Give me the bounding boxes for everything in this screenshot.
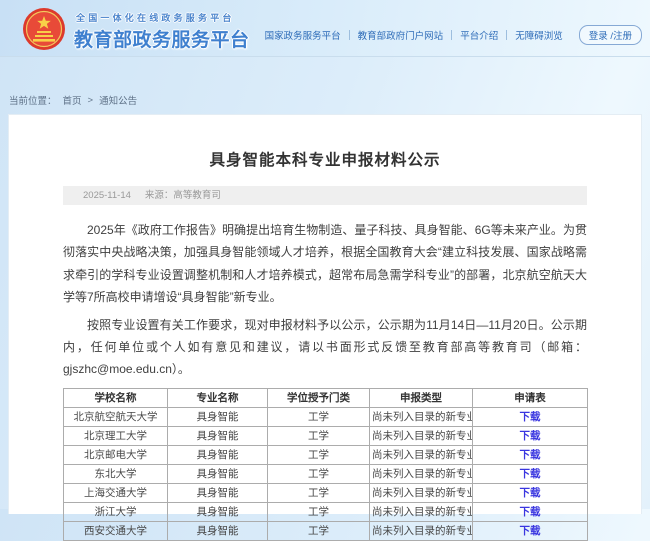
table-row: 西安交通大学具身智能工学尚未列入目录的新专业 下载: [64, 521, 588, 540]
download-link[interactable]: 下载: [520, 506, 541, 518]
download-link[interactable]: 下载: [520, 449, 541, 461]
download-link[interactable]: 下载: [520, 525, 541, 537]
article-source: 来源：高等教育司: [145, 186, 221, 205]
national-emblem-icon: [22, 7, 66, 51]
cell-type: 尚未列入目录的新专业: [370, 407, 473, 426]
cell-download: 下载: [473, 407, 588, 426]
site-header: 全国一体化在线政务服务平台 教育部政务服务平台 国家政务服务平台 教育部政府门户…: [0, 0, 650, 57]
table-row: 北京理工大学具身智能工学尚未列入目录的新专业 下载: [64, 426, 588, 445]
cell-download: 下载: [473, 426, 588, 445]
cell-major: 具身智能: [168, 426, 268, 445]
cell-school: 北京邮电大学: [64, 445, 168, 464]
table-row: 上海交通大学具身智能工学尚未列入目录的新专业 下载: [64, 483, 588, 502]
breadcrumb-separator: >: [88, 95, 94, 106]
cell-type: 尚未列入目录的新专业: [370, 483, 473, 502]
cell-major: 具身智能: [168, 464, 268, 483]
col-application-form: 申请表: [473, 388, 588, 407]
cell-school: 浙江大学: [64, 502, 168, 521]
paragraph: 2025年《政府工作报告》明确提出培育生物制造、量子科技、具身智能、6G等未来产…: [63, 219, 587, 309]
table-row: 浙江大学具身智能工学尚未列入目录的新专业 下载: [64, 502, 588, 521]
platform-small-title: 全国一体化在线政务服务平台: [76, 11, 235, 24]
page: { "colors": { "brand_blue": "#3f80cf", "…: [0, 0, 650, 509]
table-row: 北京航空航天大学具身智能工学尚未列入目录的新专业 下载: [64, 407, 588, 426]
table-row: 东北大学具身智能工学尚未列入目录的新专业 下载: [64, 464, 588, 483]
cell-type: 尚未列入目录的新专业: [370, 464, 473, 483]
cell-major: 具身智能: [168, 445, 268, 464]
download-link[interactable]: 下载: [520, 468, 541, 480]
cell-type: 尚未列入目录的新专业: [370, 445, 473, 464]
cell-degree: 工学: [268, 483, 370, 502]
top-nav: 国家政务服务平台 教育部政府门户网站 平台介绍 无障碍浏览 登录 /注册: [257, 25, 642, 45]
table-row: 北京邮电大学具身智能工学尚未列入目录的新专业 下载: [64, 445, 588, 464]
cell-major: 具身智能: [168, 483, 268, 502]
col-school-name: 学校名称: [64, 388, 168, 407]
cell-download: 下载: [473, 483, 588, 502]
cell-degree: 工学: [268, 445, 370, 464]
col-degree-category: 学位授予门类: [268, 388, 370, 407]
breadcrumb: 当前位置： 首页 > 通知公告: [9, 93, 143, 107]
cell-download: 下载: [473, 445, 588, 464]
cell-major: 具身智能: [168, 521, 268, 540]
cell-type: 尚未列入目录的新专业: [370, 521, 473, 540]
paragraph: 按照专业设置有关工作要求，现对申报材料予以公示，公示期为11月14日—11月20…: [63, 314, 587, 381]
cell-school: 北京航空航天大学: [64, 407, 168, 426]
publish-date: 2025-11-14: [83, 186, 131, 205]
cell-type: 尚未列入目录的新专业: [370, 502, 473, 521]
cell-degree: 工学: [268, 407, 370, 426]
cell-download: 下载: [473, 502, 588, 521]
cell-major: 具身智能: [168, 502, 268, 521]
article-body: 2025年《政府工作报告》明确提出培育生物制造、量子科技、具身智能、6G等未来产…: [63, 219, 587, 381]
cell-degree: 工学: [268, 521, 370, 540]
col-major-name: 专业名称: [168, 388, 268, 407]
download-link[interactable]: 下载: [520, 411, 541, 423]
cell-school: 西安交通大学: [64, 521, 168, 540]
notice-card: 具身智能本科专业申报材料公示 2025-11-14 来源：高等教育司 2025年…: [8, 114, 642, 514]
table-body: 北京航空航天大学具身智能工学尚未列入目录的新专业下载北京理工大学具身智能工学尚未…: [64, 407, 588, 540]
cell-school: 北京理工大学: [64, 426, 168, 445]
nav-link-accessibility[interactable]: 无障碍浏览: [507, 28, 571, 42]
login-register-button[interactable]: 登录 /注册: [579, 25, 642, 45]
breadcrumb-current: 通知公告: [99, 93, 137, 107]
article-meta-bar: 2025-11-14 来源：高等教育司: [63, 186, 587, 205]
page-title: 具身智能本科专业申报材料公示: [9, 148, 641, 170]
nav-link-moe-portal[interactable]: 教育部政府门户网站: [350, 28, 452, 42]
platform-title: 教育部政务服务平台: [74, 25, 250, 52]
download-link[interactable]: 下载: [520, 430, 541, 442]
table-header-row: 学校名称 专业名称 学位授予门类 申报类型 申请表: [64, 388, 588, 407]
cell-degree: 工学: [268, 502, 370, 521]
cell-school: 东北大学: [64, 464, 168, 483]
cell-degree: 工学: [268, 464, 370, 483]
cell-degree: 工学: [268, 426, 370, 445]
breadcrumb-prefix: 当前位置：: [9, 93, 57, 107]
cell-school: 上海交通大学: [64, 483, 168, 502]
cell-download: 下载: [473, 464, 588, 483]
nav-link-national-platform[interactable]: 国家政务服务平台: [257, 28, 349, 42]
breadcrumb-home[interactable]: 首页: [63, 93, 82, 107]
nav-link-platform-intro[interactable]: 平台介绍: [452, 28, 506, 42]
cell-download: 下载: [473, 521, 588, 540]
download-link[interactable]: 下载: [520, 487, 541, 499]
cell-type: 尚未列入目录的新专业: [370, 426, 473, 445]
application-table: 学校名称 专业名称 学位授予门类 申报类型 申请表 北京航空航天大学具身智能工学…: [63, 388, 588, 541]
cell-major: 具身智能: [168, 407, 268, 426]
col-application-type: 申报类型: [370, 388, 473, 407]
